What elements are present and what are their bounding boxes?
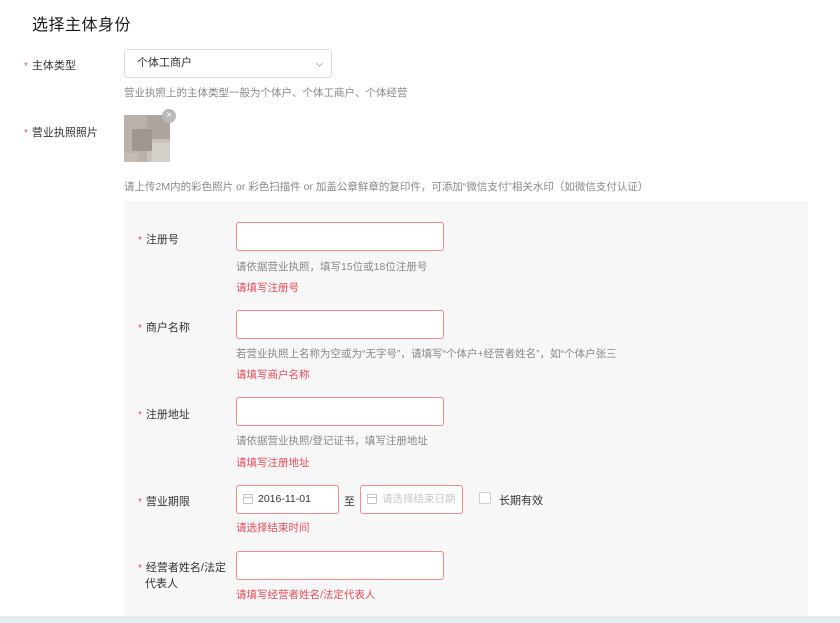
- legal-rep-label: * 经营者姓名/法定: [138, 559, 226, 575]
- business-term-error: 请选择结束时间: [236, 522, 310, 534]
- long-term-checkbox[interactable]: [479, 492, 491, 504]
- subject-type-label-text: 主体类型: [31, 60, 76, 72]
- term-start-date-value: 2016-11-01: [258, 493, 311, 505]
- merchant-name-input[interactable]: [236, 310, 444, 339]
- subject-type-value: 个体工商户: [137, 57, 192, 69]
- business-term-label: * 营业期限: [138, 493, 190, 509]
- required-mark: *: [138, 563, 142, 574]
- chevron-down-icon: [315, 59, 324, 68]
- bottom-bar: [0, 616, 840, 623]
- legal-rep-label-line2: 代表人: [145, 578, 178, 590]
- reg-no-label: * 注册号: [138, 231, 179, 247]
- legal-rep-input[interactable]: [236, 551, 444, 580]
- reg-address-label: * 注册地址: [138, 406, 190, 422]
- license-photo-label-text: 营业执照照片: [31, 127, 98, 139]
- reg-no-hint: 请依据营业执照，填写15位或18位注册号: [236, 261, 428, 273]
- reg-no-error: 请填写注册号: [236, 282, 299, 294]
- calendar-icon: [243, 494, 253, 504]
- license-photo-thumbnail[interactable]: [124, 115, 170, 162]
- reg-address-error: 请填写注册地址: [236, 457, 310, 469]
- merchant-name-error: 请填写商户名称: [236, 369, 310, 381]
- required-mark: *: [24, 61, 28, 72]
- merchant-name-label-text: 商户名称: [145, 322, 190, 334]
- merchant-name-hint: 若营业执照上名称为空或为“无字号”，请填写“个体户+经营者姓名”，如“个体户张三: [236, 348, 617, 360]
- term-to-separator: 至: [344, 496, 355, 508]
- legal-rep-error: 请填写经营者姓名/法定代表人: [236, 589, 376, 601]
- reg-address-label-text: 注册地址: [145, 409, 190, 421]
- calendar-icon: [367, 494, 377, 504]
- subject-type-select[interactable]: 个体工商户: [124, 49, 332, 78]
- term-end-date-input[interactable]: 请选择结束日期: [360, 485, 463, 514]
- section-title: 选择主体身份: [32, 17, 132, 34]
- reg-no-input[interactable]: [236, 222, 444, 251]
- term-start-date-input[interactable]: 2016-11-01: [236, 485, 339, 514]
- license-photo-label: * 营业执照照片: [24, 124, 98, 140]
- license-photo-hint: 请上传2M内的彩色照片 or 彩色扫描件 or 加盖公章鲜章的复印件，可添加“微…: [124, 181, 649, 193]
- required-mark: *: [138, 497, 142, 508]
- legal-rep-label-line1: 经营者姓名/法定: [145, 562, 226, 574]
- required-mark: *: [138, 410, 142, 421]
- license-details-panel: [124, 201, 808, 623]
- long-term-label[interactable]: 长期有效: [499, 492, 543, 508]
- term-end-date-placeholder: 请选择结束日期: [382, 493, 456, 505]
- required-mark: *: [138, 323, 142, 334]
- reg-no-label-text: 注册号: [145, 234, 179, 246]
- reg-address-hint: 请依据营业执照/登记证书，填写注册地址: [236, 435, 428, 447]
- reg-address-input[interactable]: [236, 397, 444, 426]
- required-mark: *: [24, 128, 28, 139]
- merchant-name-label: * 商户名称: [138, 319, 190, 335]
- business-term-label-text: 营业期限: [145, 496, 190, 508]
- required-mark: *: [138, 235, 142, 246]
- close-icon[interactable]: ×: [162, 109, 176, 123]
- subject-type-label: * 主体类型: [24, 57, 76, 73]
- subject-type-hint: 营业执照上的主体类型一般为个体户、个体工商户、个体经营: [124, 87, 408, 99]
